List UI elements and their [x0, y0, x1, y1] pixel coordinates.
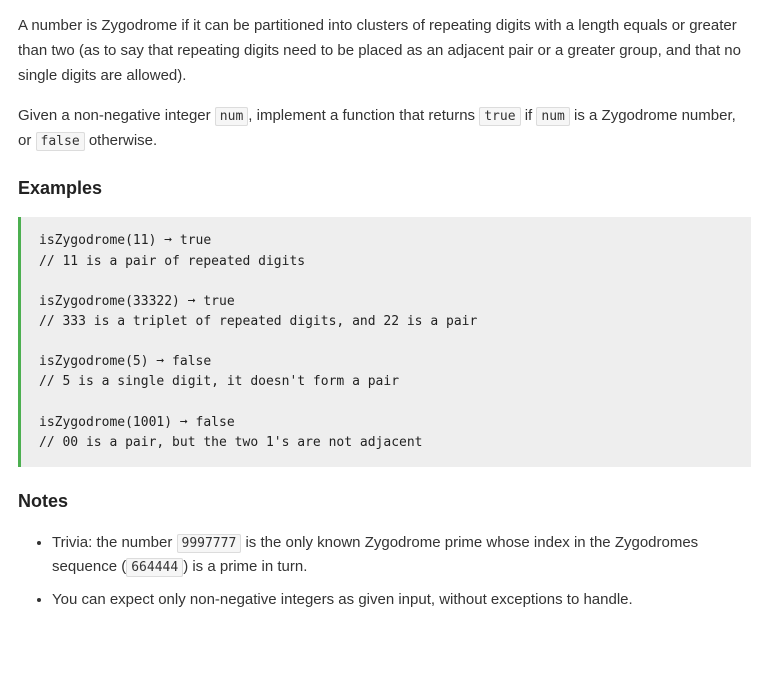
list-item: Trivia: the number 9997777 is the only k…	[52, 531, 751, 581]
intro-paragraph-1: A number is Zygodrome if it can be parti…	[18, 14, 751, 88]
examples-heading: Examples	[18, 174, 751, 204]
intro-paragraph-2: Given a non-negative integer num, implem…	[18, 104, 751, 154]
notes-list: Trivia: the number 9997777 is the only k…	[18, 531, 751, 613]
text-fragment: if	[521, 107, 537, 124]
inline-code-num: num	[536, 107, 569, 126]
text-fragment: , implement a function that returns	[248, 107, 479, 124]
text-fragment: otherwise.	[85, 132, 158, 149]
text-fragment: Given a non-negative integer	[18, 107, 215, 124]
inline-code-true: true	[479, 107, 520, 126]
inline-code-number: 664444	[126, 558, 183, 577]
notes-heading: Notes	[18, 487, 751, 517]
inline-code-num: num	[215, 107, 248, 126]
text-fragment: ) is a prime in turn.	[183, 558, 307, 575]
inline-code-false: false	[36, 132, 85, 151]
list-item: You can expect only non-negative integer…	[52, 588, 751, 613]
inline-code-number: 9997777	[177, 534, 242, 553]
text-fragment: Trivia: the number	[52, 534, 177, 551]
examples-code-block: isZygodrome(11) ➞ true // 11 is a pair o…	[18, 217, 751, 467]
